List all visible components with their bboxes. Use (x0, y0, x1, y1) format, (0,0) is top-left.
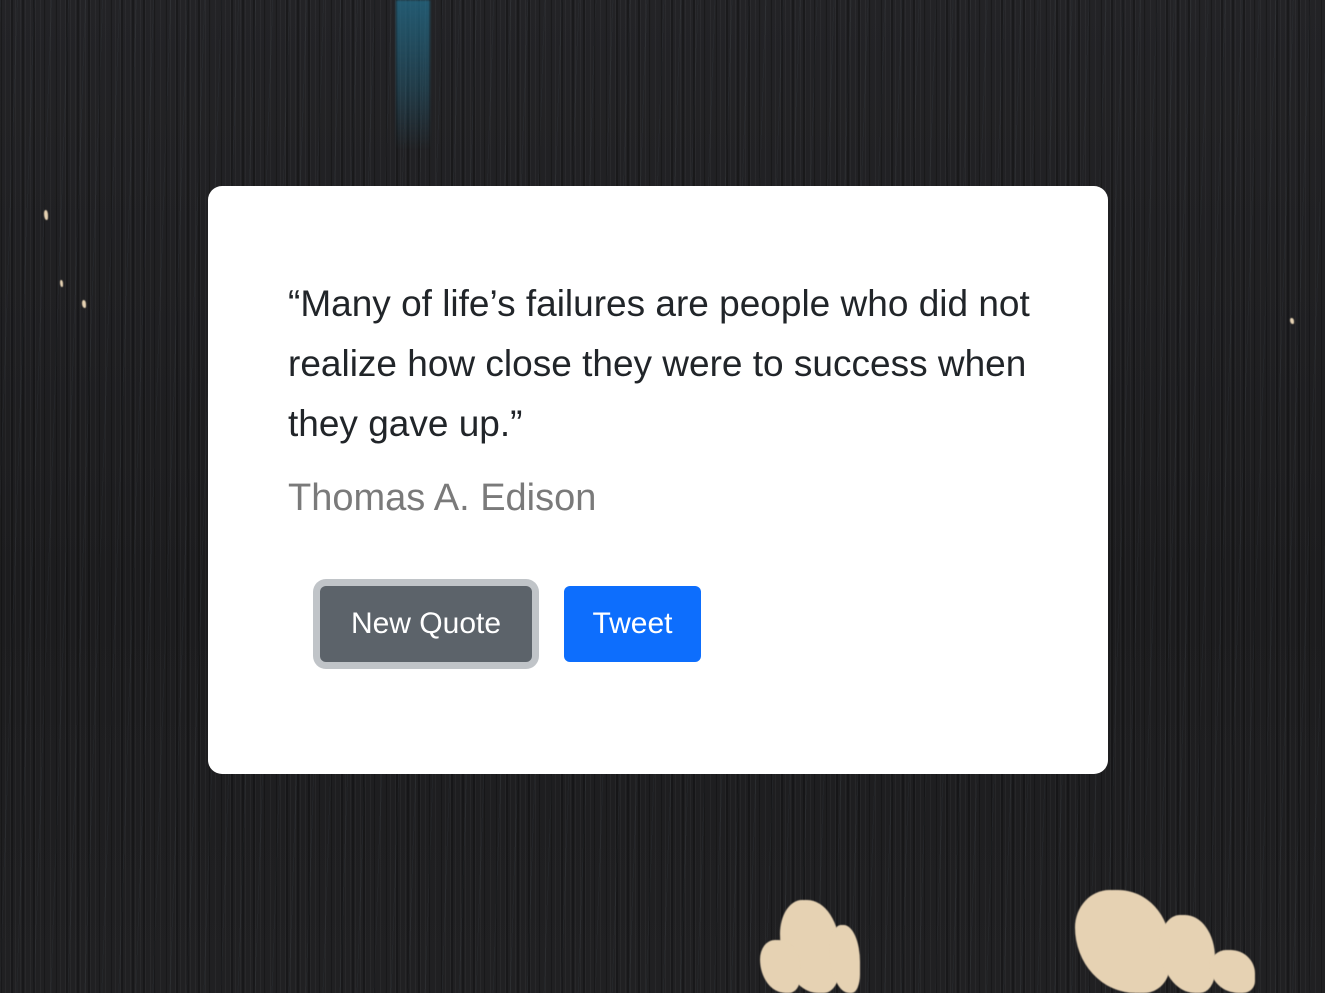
quote-card: “Many of life’s failures are people who … (208, 186, 1108, 774)
quote-author: Thomas A. Edison (288, 477, 597, 519)
new-quote-button[interactable]: New Quote (320, 586, 532, 662)
background-paint-flake (1210, 950, 1255, 993)
background-paint-speck (82, 300, 86, 308)
background-paint-flake (1075, 890, 1170, 993)
tweet-button[interactable]: Tweet (564, 586, 701, 662)
background-paint-speck (60, 280, 63, 287)
background-paint-speck (44, 210, 48, 220)
background-paint-speck (1290, 318, 1294, 324)
background-paint-streak (396, 0, 430, 150)
quote-text: “Many of life’s failures are people who … (288, 283, 1030, 444)
background-paint-flake (1160, 915, 1215, 993)
